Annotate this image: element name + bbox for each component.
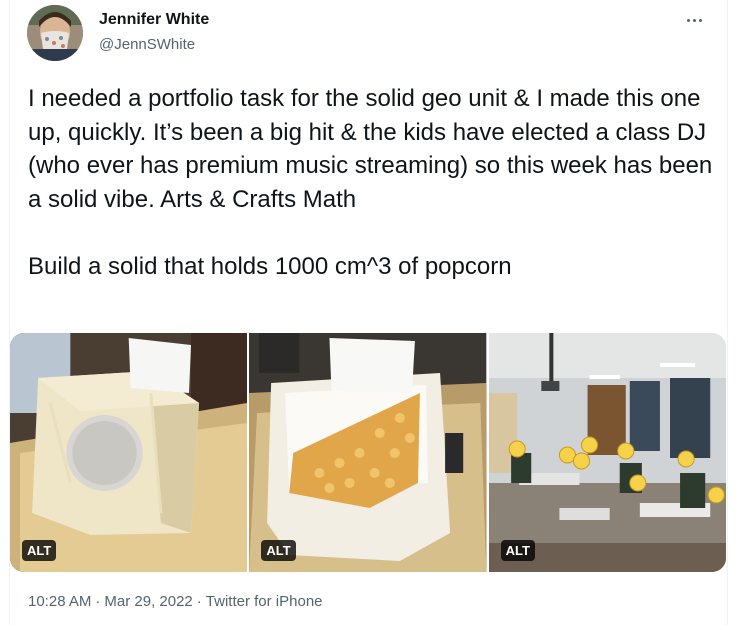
popcorn-box-image xyxy=(249,333,487,572)
alt-badge[interactable]: ALT xyxy=(500,540,535,561)
alt-badge[interactable]: ALT xyxy=(22,540,57,561)
media-photo-1[interactable]: ALT xyxy=(10,333,248,572)
box-photo-image xyxy=(10,333,248,572)
media-photo-2[interactable]: ALT xyxy=(249,333,487,572)
media-grid: ALT ALT ALT xyxy=(10,333,726,572)
tweet-card: Jennifer White @JennSWhite I needed a po… xyxy=(9,0,728,625)
tweet-source[interactable]: Twitter for iPhone xyxy=(206,593,323,610)
alt-badge[interactable]: ALT xyxy=(261,540,296,561)
avatar[interactable] xyxy=(27,5,83,61)
tweet-metadata: 10:28 AM · Mar 29, 2022 · Twitter for iPhone xyxy=(28,593,323,610)
tweet-date[interactable]: Mar 29, 2022 xyxy=(104,593,192,610)
more-horizontal-icon xyxy=(686,18,690,22)
classroom-image xyxy=(488,333,726,572)
meta-separator: · xyxy=(95,593,101,610)
media-photo-3[interactable]: ALT xyxy=(488,333,726,572)
tweet-text: I needed a portfolio task for the solid … xyxy=(28,85,713,280)
meta-separator: · xyxy=(196,593,202,610)
author-handle[interactable]: @JennSWhite xyxy=(99,36,195,53)
more-options-button[interactable] xyxy=(678,8,710,32)
author-name[interactable]: Jennifer White xyxy=(99,11,209,29)
tweet-time[interactable]: 10:28 AM xyxy=(28,593,91,610)
